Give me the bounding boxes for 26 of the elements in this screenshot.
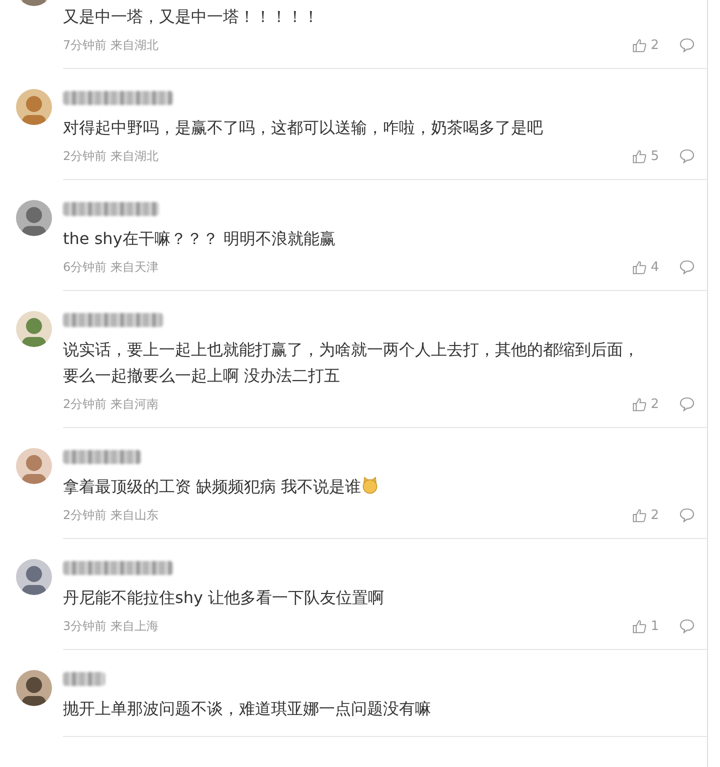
comment-text: 说实话，要上一起上也就能打赢了，为啥就一两个人上去打，其他的都缩到后面，要么一起撤要么一起上啊 没办法二打五 <box>63 339 640 387</box>
comment-icon[interactable] <box>679 396 695 412</box>
like-button[interactable]: 2 <box>632 508 659 522</box>
like-button[interactable]: 1 <box>632 618 659 634</box>
comment-icon[interactable] <box>679 618 695 634</box>
comment-meta: 3分钟前 来自上海 <box>63 618 160 634</box>
comment-meta: 6分钟前 来自天津 <box>63 258 160 276</box>
like-button[interactable]: 4 <box>632 260 659 274</box>
comment-text: 丹尼能不能拉住shy 让他多看一下队友位置啊 <box>63 587 386 609</box>
comment-meta: 2分钟前 来自山东 <box>63 506 160 524</box>
comment-text: 又是中一塔，又是中一塔！！！！！ <box>63 6 320 28</box>
comment-icon[interactable] <box>679 259 695 275</box>
comment-text: 抛开上单那波问题不谈，难道琪亚娜一点问题没有嘛 <box>63 698 432 720</box>
blurred-username <box>63 672 105 686</box>
like-button[interactable]: 2 <box>632 38 659 52</box>
comment-text: 对得起中野吗，是赢不了吗，这都可以送输，咋啦，奶茶喝多了是吧 <box>63 117 544 139</box>
comment-icon[interactable] <box>679 148 695 164</box>
comment-meta: 2分钟前 来自湖北 <box>63 148 160 164</box>
comment-icon[interactable] <box>679 507 695 523</box>
like-button[interactable]: 2 <box>632 396 659 412</box>
comment-text: the shy在干嘛？？？ 明明不浪就能赢 <box>63 228 336 250</box>
comment-meta: 2分钟前 来自河南 <box>63 396 160 412</box>
comment-icon[interactable] <box>679 37 695 53</box>
comment-meta: 7分钟前 来自湖北 <box>63 36 160 54</box>
comment-text: 拿着最顶级的工资 缺频频犯病 我不说是谁 <box>63 474 648 500</box>
like-button[interactable]: 5 <box>632 148 659 164</box>
